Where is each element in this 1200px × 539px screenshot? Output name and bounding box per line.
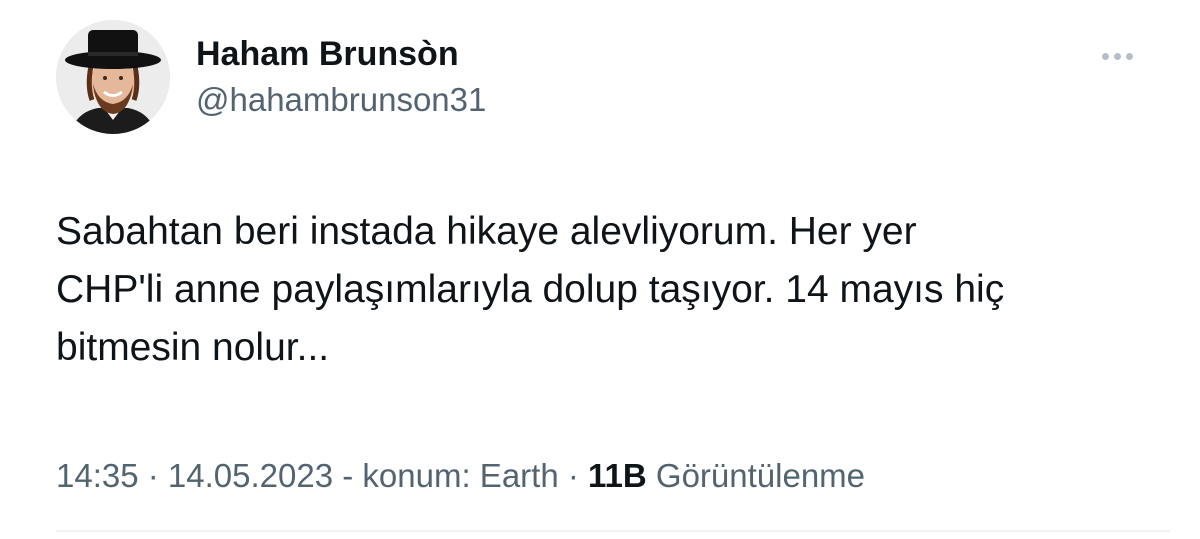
divider [56,530,1170,532]
views-count[interactable]: 11B [588,457,647,494]
more-dots-icon [1101,52,1109,60]
tweet-text: Sabahtan beri instada hikaye alevliyorum… [56,210,1005,369]
tweet-location: - konum: Earth [333,457,559,494]
tweet-date[interactable]: 14.05.2023 [168,457,333,494]
tweet-meta: 14:35 · 14.05.2023 - konum: Earth · 11B … [56,454,865,498]
username-handle[interactable]: @hahambrunson31 [196,80,486,120]
views-label: Görüntülenme [646,457,866,494]
avatar[interactable] [56,20,170,134]
meta-separator: · [138,457,168,494]
profile-photo-icon [56,20,170,134]
tweet-card: Haham Brunsòn @hahambrunson31 Sabahtan b… [0,0,1200,539]
meta-separator: · [558,457,589,494]
display-name[interactable]: Haham Brunsòn [196,34,459,74]
more-dots-icon [1125,52,1133,60]
tweet-time[interactable]: 14:35 [56,457,139,494]
more-dots-icon [1113,52,1121,60]
more-options-button[interactable] [1094,40,1140,72]
